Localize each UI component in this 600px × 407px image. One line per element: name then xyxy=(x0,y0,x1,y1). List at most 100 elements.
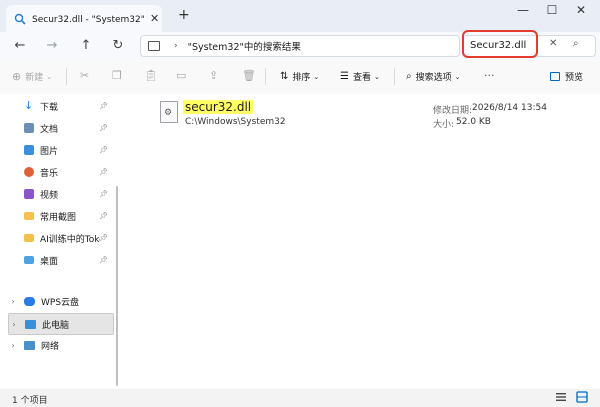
size-label: 大小: xyxy=(433,120,455,130)
sidebar-item-label: 网络 xyxy=(41,341,60,352)
search-highlight-callout xyxy=(462,30,538,58)
chevron-right-icon: › xyxy=(174,41,178,51)
forward-button[interactable]: → xyxy=(42,38,62,53)
refresh-button[interactable]: ↻ xyxy=(108,38,128,53)
paste-icon[interactable]: 📋︎ xyxy=(144,69,158,82)
chevron-right-icon[interactable]: › xyxy=(8,297,18,306)
breadcrumb[interactable]: "System32"中的搜索结果 xyxy=(188,39,301,53)
back-button[interactable]: ← xyxy=(10,38,30,53)
document-icon xyxy=(24,123,34,133)
share-icon[interactable]: ⇪ xyxy=(209,69,218,82)
chevron-down-icon: ⌄ xyxy=(46,72,53,81)
sidebar-item-downloads[interactable]: ↓ 下载 📌︎ xyxy=(8,96,112,116)
search-options-icon: ⌕ xyxy=(406,71,412,82)
sidebar-item-label: 下载 xyxy=(40,102,59,113)
tab-close-button[interactable]: ✕ xyxy=(150,12,159,25)
sidebar-item-pictures[interactable]: 图片 📌︎ xyxy=(8,140,112,160)
folder-icon xyxy=(24,212,34,220)
file-name[interactable]: secur32.dll xyxy=(183,100,254,114)
delete-icon[interactable]: 🗑︎ xyxy=(242,69,256,82)
sidebar-item-desktop[interactable]: 桌面 📌︎ xyxy=(8,250,112,270)
sidebar-item-documents[interactable]: 文档 📌︎ xyxy=(8,118,112,138)
maximize-button[interactable]: ☐ xyxy=(537,3,567,17)
chevron-right-icon[interactable]: › xyxy=(9,320,19,329)
desktop-icon xyxy=(24,256,34,264)
close-window-button[interactable]: ✕ xyxy=(566,3,596,17)
modified-date-label: 修改日期: xyxy=(433,106,473,116)
view-button[interactable]: ☰ 查看 ⌄ xyxy=(340,70,380,83)
chevron-down-icon: ⌄ xyxy=(373,72,380,81)
music-icon xyxy=(24,167,34,177)
new-label: 新建 xyxy=(25,73,44,83)
item-count: 1 个项目 xyxy=(12,396,48,406)
file-path: C:\Windows\System32 xyxy=(185,117,286,127)
sidebar-item-label: AI训练中的Toke xyxy=(40,234,100,245)
sidebar-item-videos[interactable]: 视频 📌︎ xyxy=(8,184,112,204)
sidebar-item-label: 音乐 xyxy=(40,168,59,179)
rename-icon[interactable]: ▭ xyxy=(176,69,186,82)
sidebar-item-network[interactable]: › 网络 xyxy=(8,335,112,355)
toolbar-divider xyxy=(265,68,266,85)
pin-icon[interactable]: 📌︎ xyxy=(99,124,108,132)
sidebar-item-label: WPS云盘 xyxy=(41,297,80,308)
details-view-icon[interactable] xyxy=(555,391,567,403)
new-button[interactable]: ⊕ 新建 ⌄ xyxy=(12,70,52,83)
dll-file-icon[interactable]: ⚙ xyxy=(160,101,178,123)
tab-search-results[interactable]: Secur32.dll - "System32"中的搜 ✕ xyxy=(6,5,162,32)
pin-icon[interactable]: 📌︎ xyxy=(99,212,108,220)
preview-button[interactable]: 预览 xyxy=(550,70,583,83)
size-value: 52.0 KB xyxy=(456,117,491,127)
sidebar-item-label: 视频 xyxy=(40,190,59,201)
search-icon[interactable]: ⌕ xyxy=(573,38,579,49)
sidebar-item-screenshots[interactable]: 常用截图 📌︎ xyxy=(8,206,112,226)
sort-label: 排序 xyxy=(292,73,311,83)
copy-icon[interactable]: ❐ xyxy=(112,69,122,82)
sidebar-item-music[interactable]: 音乐 📌︎ xyxy=(8,162,112,182)
sidebar-item-wps-cloud[interactable]: › WPS云盘 xyxy=(8,291,112,311)
new-tab-button[interactable]: + xyxy=(178,7,190,23)
computer-icon xyxy=(25,319,36,329)
gear-icon: ⚙ xyxy=(164,108,173,118)
search-options-button[interactable]: ⌕ 搜索选项 ⌄ xyxy=(406,70,461,83)
picture-icon xyxy=(24,145,34,155)
chevron-down-icon: ⌄ xyxy=(454,72,461,81)
network-icon xyxy=(24,340,35,350)
status-bar xyxy=(0,389,600,407)
video-icon xyxy=(24,189,34,199)
computer-icon xyxy=(148,41,160,51)
minimize-button[interactable]: — xyxy=(508,3,538,17)
address-bar[interactable]: › "System32"中的搜索结果 xyxy=(140,35,460,57)
tab-title: Secur32.dll - "System32"中的搜 xyxy=(32,15,144,25)
up-button[interactable]: ↑ xyxy=(76,38,96,53)
search-icon xyxy=(14,13,26,25)
more-options-icon[interactable]: ··· xyxy=(484,69,495,82)
cloud-icon xyxy=(24,296,35,306)
view-label: 查看 xyxy=(352,73,371,83)
sidebar-item-label: 此电脑 xyxy=(42,320,70,331)
pin-icon[interactable]: 📌︎ xyxy=(99,190,108,198)
sidebar-item-ai-tokens[interactable]: AI训练中的Toke 📌︎ xyxy=(8,228,112,248)
pin-icon[interactable]: 📌︎ xyxy=(99,256,108,264)
sidebar-scrollbar[interactable] xyxy=(116,186,118,386)
modified-date-value: 2026/8/14 13:54 xyxy=(472,103,547,113)
download-icon: ↓ xyxy=(24,99,34,112)
preview-pane-icon xyxy=(550,72,560,81)
sidebar-item-label: 桌面 xyxy=(40,256,59,267)
pin-icon[interactable]: 📌︎ xyxy=(99,146,108,154)
pin-icon[interactable]: 📌︎ xyxy=(99,102,108,110)
cut-icon[interactable]: ✂ xyxy=(80,69,89,82)
search-options-label: 搜索选项 xyxy=(415,73,452,83)
pin-icon[interactable]: 📌︎ xyxy=(99,168,108,176)
sidebar-item-label: 常用截图 xyxy=(40,212,77,223)
toolbar-divider xyxy=(394,68,395,85)
chevron-right-icon[interactable]: › xyxy=(8,341,18,350)
pin-icon[interactable]: 📌︎ xyxy=(99,234,108,242)
sidebar-item-label: 文档 xyxy=(40,124,59,135)
tiles-view-icon[interactable] xyxy=(576,391,588,403)
clear-search-icon[interactable]: ✕ xyxy=(549,38,557,49)
sort-button[interactable]: ⇅ 排序 ⌄ xyxy=(280,70,319,83)
file-list-pane xyxy=(120,94,600,389)
chevron-down-icon: ⌄ xyxy=(313,72,320,81)
sort-icon: ⇅ xyxy=(280,71,289,82)
sidebar-item-this-pc[interactable]: › 此电脑 xyxy=(8,313,114,335)
